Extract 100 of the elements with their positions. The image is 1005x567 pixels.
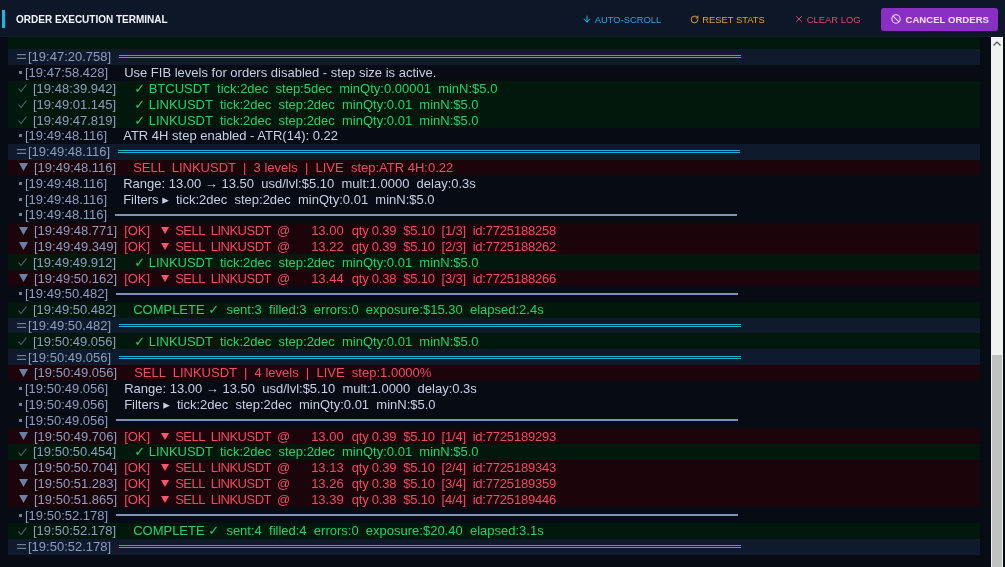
order-text: SELL LINKUSDT @ [175, 491, 290, 507]
log-timestamp: [19:50:49.056] [28, 349, 112, 365]
triangle-down-icon [19, 274, 28, 283]
log-message: ✓ LINKUSDT tick:2dec step:2dec minQty:0.01 minN:$5.0 [134, 96, 479, 112]
header-action-button[interactable]: AUTO-SCROLL [581, 10, 662, 28]
accent-bar [2, 10, 5, 28]
order-price: 13.00 [310, 428, 344, 444]
equals-icon [17, 54, 26, 60]
scrollbar[interactable] [991, 37, 1003, 567]
cancel-orders-button[interactable]: CANCEL ORDERS [881, 7, 998, 31]
log-timestamp: [19:50:51.283] [34, 475, 118, 491]
triangle-down-icon [19, 432, 28, 440]
arrow-down-icon [581, 14, 592, 24]
log-timestamp: [19:50:52.178] [28, 539, 112, 555]
order-text: SELL LINKUSDT @ [175, 428, 290, 444]
log-message: ✓ LINKUSDT tick:2dec step:2dec minQty:0.01 minN:$5.0 [134, 333, 479, 349]
log-timestamp: [19:49:48.116] [25, 207, 108, 223]
log-message: SELL LINKUSDT | 4 levels | LIVE step:1.0000% [134, 365, 432, 381]
order-status: [OK] [124, 270, 151, 286]
triangle-down-icon [19, 163, 28, 172]
equals-icon [17, 354, 26, 360]
log-timestamp: [19:49:48.116] [28, 144, 111, 160]
order-details: qty 0.38 $5.10 [3/4] id:7725189359 [351, 475, 557, 491]
check-icon [18, 305, 27, 314]
terminal-title: ORDER EXECUTION TERMINAL [16, 13, 168, 25]
triangle-down-icon [161, 274, 170, 282]
log-message: Filters ▸ tick:2dec step:2dec minQty:0.01 minN:$5.0 [123, 191, 435, 207]
order-details: qty 0.39 $5.10 [1/4] id:7725189293 [351, 428, 557, 444]
order-price: 13.00 [310, 223, 344, 239]
triangle-down-icon [19, 368, 28, 377]
order-price: 13.22 [310, 238, 344, 254]
order-status: [OK] [124, 475, 151, 491]
log-message: ✓ BTCUSDT tick:2dec step:5dec minQty:0.00001 minN:$5.0 [134, 81, 498, 96]
refresh-icon [690, 14, 700, 24]
log-timestamp: [19:49:49.912] [33, 254, 117, 270]
x-icon [793, 14, 804, 24]
log-message: Use FIB levels for orders disabled - step size is active. [124, 65, 437, 81]
log-timestamp: [19:49:47.819] [33, 112, 117, 128]
log-timestamp: [19:50:49.056] [25, 381, 109, 397]
log-timestamp: [19:49:48.771] [34, 223, 118, 239]
scroll-up-icon [993, 41, 1001, 46]
log-message: Range: 13.00 → 13.50 usd/lvl:$5.10 mult:1.0000 delay:0.3s [123, 175, 476, 191]
equals-icon [17, 544, 26, 550]
order-details: qty 0.39 $5.10 [2/4] id:7725189343 [351, 460, 557, 476]
log-timestamp: [19:49:49.349] [34, 238, 118, 254]
log-message: Filters ▸ tick:2dec step:2dec minQty:0.01 minN:$5.0 [124, 396, 436, 412]
log-timestamp: [19:49:50.482] [33, 302, 117, 318]
order-text: SELL LINKUSDT @ [175, 238, 290, 254]
ban-icon [891, 14, 902, 24]
log-timestamp: [19:50:50.454] [33, 444, 117, 460]
equals-icon [17, 322, 26, 328]
log-timestamp: [19:49:48.116] [34, 159, 117, 175]
order-price: 13.26 [310, 475, 344, 491]
check-icon [18, 526, 27, 535]
log-timestamp: [19:48:39.942] [33, 81, 117, 96]
log-timestamp: [19:49:50.482] [28, 317, 112, 333]
order-status: [OK] [124, 460, 151, 476]
log-message: Range: 13.00 → 13.50 usd/lvl:$5.10 mult:1.0000 delay:0.3s [124, 381, 477, 397]
log-timestamp: [19:50:51.865] [34, 491, 118, 507]
log-timestamp: [19:50:49.056] [25, 396, 109, 412]
log-timestamp: [19:50:49.056] [33, 333, 117, 349]
order-details: qty 0.39 $5.10 [2/3] id:7725188262 [351, 238, 557, 254]
check-icon [18, 258, 27, 267]
triangle-down-icon [161, 432, 170, 440]
log-timestamp: [19:50:49.056] [34, 365, 118, 381]
log-timestamp: [19:50:52.178] [33, 523, 117, 539]
order-price: 13.44 [310, 270, 344, 286]
log-message: ✓ LINKUSDT tick:2dec step:2dec minQty:0.01 minN:$5.0 [134, 254, 479, 270]
order-details: qty 0.38 $5.10 [3/3] id:7725188266 [351, 270, 557, 286]
log-timestamp: [19:50:49.706] [34, 428, 118, 444]
check-icon [18, 337, 27, 346]
log-timestamp: [19:47:58.428] [25, 65, 109, 81]
log-timestamp: [19:50:49.056] [25, 412, 109, 428]
scrollbar-thumb[interactable] [992, 355, 1002, 567]
order-price: 13.13 [310, 460, 344, 476]
order-status: [OK] [124, 491, 151, 507]
log-timestamp: [19:49:48.116] [25, 128, 108, 144]
log-timestamp: [19:49:48.116] [25, 191, 108, 207]
order-text: SELL LINKUSDT @ [175, 475, 290, 491]
log-timestamp: [19:49:01.145] [33, 96, 117, 112]
order-details: qty 0.38 $5.10 [4/4] id:7725189446 [351, 491, 557, 507]
order-text: SELL LINKUSDT @ [175, 270, 290, 286]
header-action-button[interactable]: RESET STATS [690, 10, 765, 28]
log-timestamp: [19:50:50.704] [34, 460, 118, 476]
log-message: ✓ LINKUSDT tick:2dec step:2dec minQty:0.01 minN:$5.0 [134, 112, 479, 128]
order-details: qty 0.39 $5.10 [1/3] id:7725188258 [351, 223, 557, 239]
log-message: ✓ LINKUSDT tick:2dec step:2dec minQty:0.01 minN:$5.0 [134, 444, 479, 460]
log-message: ATR 4H step enabled - ATR(14): 0.22 [123, 128, 338, 144]
order-status: [OK] [124, 428, 151, 444]
log-timestamp: [19:49:50.482] [25, 286, 109, 302]
log-timestamp: [19:50:52.178] [25, 507, 109, 523]
log-timestamp: [19:49:48.116] [25, 175, 108, 191]
check-icon [18, 447, 27, 456]
order-text: SELL LINKUSDT @ [175, 460, 290, 476]
log-message: COMPLETE ✓ sent:4 filled:4 errors:0 exposure:$20.40 elapsed:3.1s [133, 523, 544, 539]
log-timestamp: [19:49:50.162] [34, 270, 118, 286]
header-action-button[interactable]: CLEAR LOG [793, 10, 861, 28]
log-timestamp: [19:47:20.758] [28, 49, 112, 65]
order-status: [OK] [124, 238, 151, 254]
order-status: [OK] [124, 223, 151, 239]
